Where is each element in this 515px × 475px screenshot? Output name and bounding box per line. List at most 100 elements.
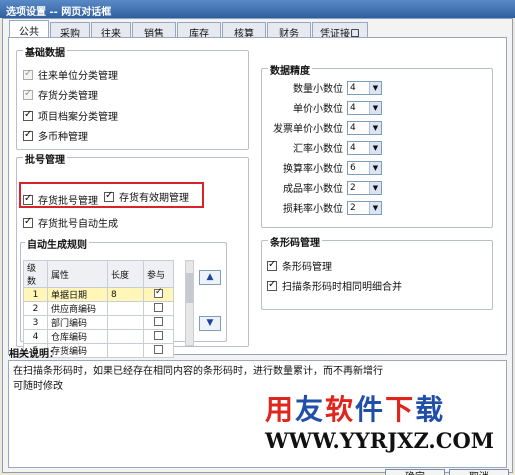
join-checkbox[interactable] xyxy=(154,344,163,354)
precision-select[interactable]: 6 ▼ xyxy=(347,160,382,175)
checkbox-box[interactable] xyxy=(23,216,33,228)
checkbox-barcode-merge[interactable]: 扫描条形码时相同明细合并 xyxy=(267,278,402,293)
tab-strip: 公共 采购 往来 销售 库存 核算 财务 凭证接口 xyxy=(9,20,369,40)
watermark-char: 载 xyxy=(415,393,444,426)
move-down-button[interactable]: ▼ xyxy=(199,316,221,331)
precision-select[interactable]: 4 ▼ xyxy=(347,120,382,135)
checkbox-box[interactable] xyxy=(23,109,33,121)
precision-yield-rate: 成品率小数位 2 ▼ xyxy=(269,180,382,195)
precision-label: 成品率小数位 xyxy=(283,184,343,195)
tab-public[interactable]: 公共 xyxy=(9,20,49,38)
checkbox-box[interactable] xyxy=(267,279,277,291)
chevron-down-icon[interactable]: ▼ xyxy=(369,101,381,114)
tab-sales[interactable]: 销售 xyxy=(132,22,176,40)
checkbox-label: 存货批号自动生成 xyxy=(38,219,118,230)
scrollbar-thumb[interactable] xyxy=(186,273,193,303)
col-join: 参与 xyxy=(143,260,174,288)
join-checkbox[interactable] xyxy=(154,302,163,312)
checkbox-partner-category[interactable]: 往来单位分类管理 xyxy=(23,67,118,82)
checkbox-batch-mgmt[interactable]: 存货批号管理 xyxy=(23,192,98,207)
barcode-group: 条形码管理 xyxy=(261,234,493,310)
select-value: 4 xyxy=(350,82,356,93)
window-title: 选项设置 -- 网页对话框 xyxy=(6,7,112,18)
checkbox-box[interactable] xyxy=(23,129,33,141)
checkbox-box[interactable] xyxy=(23,88,33,100)
cell-length[interactable] xyxy=(107,343,144,358)
cell-attr: 单据日期 xyxy=(47,287,108,302)
join-checkbox[interactable] xyxy=(154,316,163,326)
table-scrollbar[interactable] xyxy=(185,260,194,346)
move-up-button[interactable]: ▲ xyxy=(199,270,221,285)
watermark-char: 软 xyxy=(325,393,354,426)
table-row[interactable]: 1 单据日期 8 xyxy=(23,287,174,302)
precision-label: 数量小数位 xyxy=(293,84,343,95)
col-length: 长度 xyxy=(107,260,144,288)
checkbox-box[interactable] xyxy=(104,190,114,202)
chevron-down-icon[interactable]: ▼ xyxy=(369,81,381,94)
precision-exchange-rate: 汇率小数位 4 ▼ xyxy=(269,140,382,155)
cell-join[interactable] xyxy=(143,301,174,316)
checkbox-project-category[interactable]: 项目档案分类管理 xyxy=(23,108,118,123)
tab-voucher-interface[interactable]: 凭证接口 xyxy=(312,22,368,40)
chevron-down-icon[interactable]: ▼ xyxy=(369,201,381,214)
join-checkbox[interactable] xyxy=(154,330,163,340)
watermark-char: 友 xyxy=(295,393,324,426)
checkbox-multi-currency[interactable]: 多币种管理 xyxy=(23,128,88,143)
col-attr: 属性 xyxy=(47,260,108,288)
tab-account[interactable]: 往来 xyxy=(91,22,131,40)
select-value: 4 xyxy=(350,102,356,113)
precision-select[interactable]: 4 ▼ xyxy=(347,140,382,155)
checkbox-box[interactable] xyxy=(23,68,33,80)
watermark-logo: 用 友 软 件 下 载 WWW.YYRJXZ.COM xyxy=(265,393,510,454)
tab-panel-public: 基础数据 往来单位分类管理 存货分类管理 项目档案分类管理 多币种管理 批号管理… xyxy=(8,37,507,358)
precision-price: 单价小数位 4 ▼ xyxy=(269,100,382,115)
tab-finance[interactable]: 财务 xyxy=(267,22,311,40)
table-row[interactable]: 2 供应商编码 xyxy=(23,301,174,316)
checkbox-label: 往来单位分类管理 xyxy=(38,71,118,82)
auto-rule-table: 级数 属性 长度 参与 1 单据日期 8 2 供应商编码 3 部门编码 xyxy=(23,260,174,358)
watermark-char: 下 xyxy=(385,393,414,426)
chevron-down-icon[interactable]: ▼ xyxy=(369,181,381,194)
table-row[interactable]: 3 部门编码 xyxy=(23,315,174,330)
chevron-down-icon[interactable]: ▼ xyxy=(369,161,381,174)
precision-label: 发票单价小数位 xyxy=(273,124,343,135)
select-value: 4 xyxy=(350,122,356,133)
checkbox-label: 条形码管理 xyxy=(282,262,332,273)
description-line: 可随时修改 xyxy=(13,381,63,392)
batch-mgmt-title: 批号管理 xyxy=(23,151,67,166)
tab-purchase[interactable]: 采购 xyxy=(50,22,90,40)
precision-select[interactable]: 4 ▼ xyxy=(347,80,382,95)
tab-costing[interactable]: 核算 xyxy=(222,22,266,40)
cell-join[interactable] xyxy=(143,315,174,330)
precision-select[interactable]: 2 ▼ xyxy=(347,200,382,215)
cell-join[interactable] xyxy=(143,329,174,344)
precision-select[interactable]: 2 ▼ xyxy=(347,180,382,195)
chevron-down-icon[interactable]: ▼ xyxy=(369,121,381,134)
checkbox-batch-auto[interactable]: 存货批号自动生成 xyxy=(23,215,118,230)
precision-title: 数据精度 xyxy=(268,62,312,77)
ok-button[interactable]: 确定 xyxy=(385,469,445,475)
cell-length[interactable] xyxy=(107,329,144,344)
precision-select[interactable]: 4 ▼ xyxy=(347,100,382,115)
cell-join[interactable] xyxy=(143,287,174,302)
cell-join[interactable] xyxy=(143,343,174,358)
col-level: 级数 xyxy=(23,260,48,288)
join-checkbox[interactable] xyxy=(154,287,163,298)
checkbox-box[interactable] xyxy=(23,193,33,205)
cell-length[interactable] xyxy=(107,301,144,316)
checkbox-expiry-mgmt[interactable]: 存货有效期管理 xyxy=(104,189,189,204)
checkbox-label: 扫描条形码时相同明细合并 xyxy=(282,282,402,293)
precision-label: 换算率小数位 xyxy=(283,164,343,175)
cell-length[interactable]: 8 xyxy=(107,287,144,302)
cancel-button[interactable]: 取消 xyxy=(449,469,509,475)
watermark-char: 件 xyxy=(355,393,384,426)
select-value: 6 xyxy=(350,162,356,173)
checkbox-stock-category[interactable]: 存货分类管理 xyxy=(23,87,98,102)
checkbox-barcode-mgmt[interactable]: 条形码管理 xyxy=(267,258,332,273)
chevron-down-icon[interactable]: ▼ xyxy=(369,141,381,154)
cell-length[interactable] xyxy=(107,315,144,330)
checkbox-box[interactable] xyxy=(267,259,277,271)
tab-inventory[interactable]: 库存 xyxy=(177,22,221,40)
table-row[interactable]: 4 仓库编码 xyxy=(23,329,174,344)
precision-label: 损耗率小数位 xyxy=(283,204,343,215)
